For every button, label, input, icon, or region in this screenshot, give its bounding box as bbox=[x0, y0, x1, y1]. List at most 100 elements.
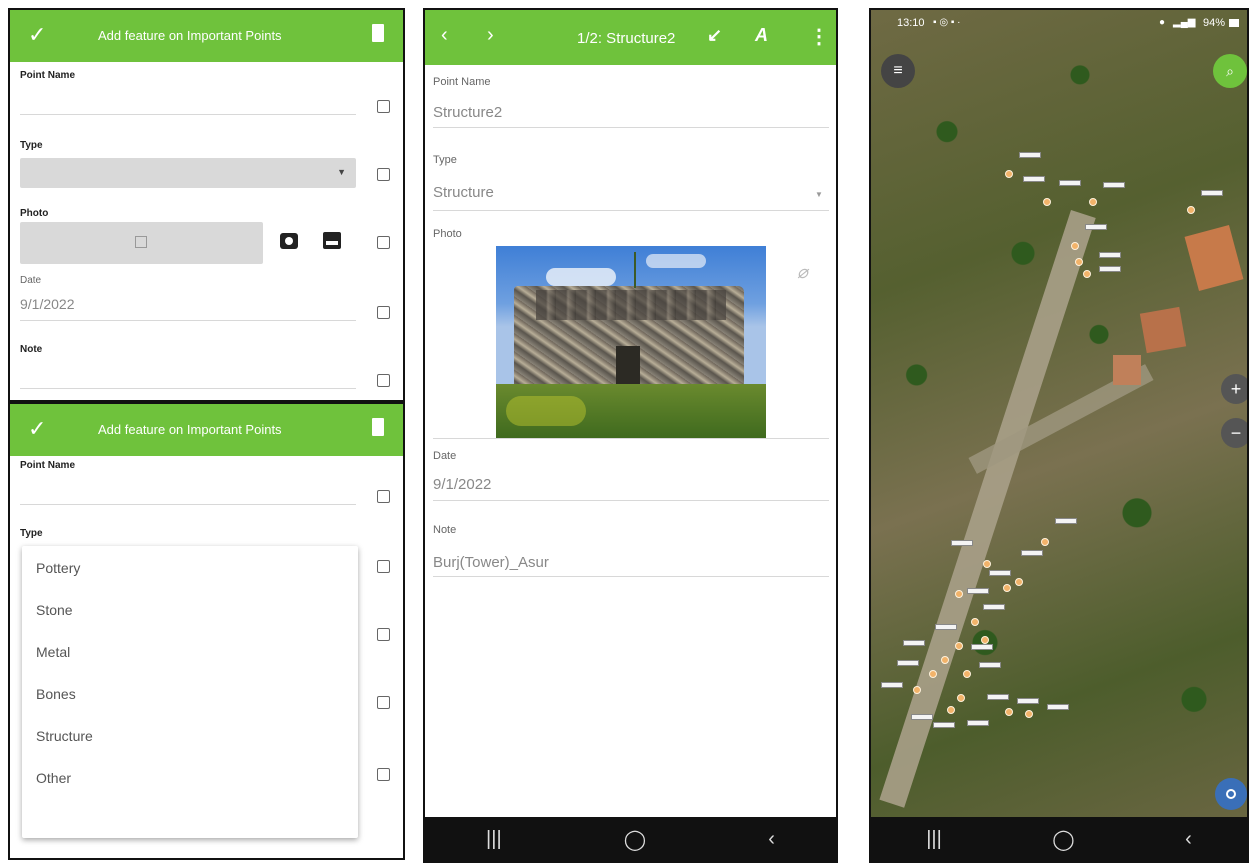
more-vertical-icon[interactable]: ⋮ bbox=[809, 24, 829, 49]
feature-marker[interactable] bbox=[1083, 270, 1091, 278]
feature-marker[interactable] bbox=[1005, 708, 1013, 716]
zoom-out-button[interactable]: − bbox=[1221, 418, 1247, 448]
feature-marker[interactable] bbox=[971, 618, 979, 626]
menu-button[interactable]: ≡ bbox=[881, 54, 915, 88]
feature-marker[interactable] bbox=[1041, 538, 1049, 546]
feature-marker[interactable] bbox=[1015, 578, 1023, 586]
hamburger-icon: ≡ bbox=[893, 62, 903, 79]
point-name-value[interactable]: Structure2 bbox=[433, 104, 502, 121]
note-underline bbox=[433, 576, 829, 577]
locate-button[interactable] bbox=[1215, 778, 1247, 810]
photo-label: Photo bbox=[20, 208, 49, 219]
feature-marker[interactable] bbox=[947, 706, 955, 714]
point-name-underline bbox=[433, 127, 829, 128]
check-icon[interactable]: ✓ bbox=[28, 416, 46, 442]
feature-marker[interactable] bbox=[963, 670, 971, 678]
gallery-icon[interactable] bbox=[323, 232, 341, 249]
search-icon: ⌕ bbox=[1226, 62, 1234, 79]
note-label: Note bbox=[20, 344, 43, 355]
feature-label bbox=[1019, 152, 1041, 158]
note-checkbox[interactable] bbox=[377, 374, 390, 387]
home-icon[interactable]: ◯ bbox=[624, 827, 646, 852]
point-name-checkbox[interactable] bbox=[377, 100, 390, 113]
photo-box[interactable] bbox=[20, 222, 263, 264]
type-value[interactable]: Structure bbox=[433, 184, 494, 201]
zoom-in-button[interactable]: + bbox=[1221, 374, 1247, 404]
camera-icon[interactable] bbox=[280, 233, 298, 249]
feature-label bbox=[903, 640, 925, 646]
back-icon[interactable]: ‹ bbox=[768, 828, 775, 851]
dropdown-option-metal[interactable]: Metal bbox=[36, 644, 70, 660]
note-value[interactable]: Burj(Tower)_Asur bbox=[433, 554, 549, 571]
type-label: Type bbox=[433, 154, 457, 166]
note-checkbox[interactable] bbox=[377, 768, 390, 781]
feature-label bbox=[1059, 180, 1081, 186]
date-checkbox[interactable] bbox=[377, 696, 390, 709]
dropdown-option-other[interactable]: Other bbox=[36, 770, 71, 786]
date-checkbox[interactable] bbox=[377, 306, 390, 319]
back-icon[interactable]: ‹ bbox=[1185, 828, 1192, 851]
android-nav-bar: ||| ◯ ‹ bbox=[871, 817, 1247, 861]
feature-marker[interactable] bbox=[1003, 584, 1011, 592]
date-underline bbox=[20, 320, 356, 321]
type-checkbox[interactable] bbox=[377, 560, 390, 573]
feature-marker[interactable] bbox=[983, 560, 991, 568]
remove-photo-icon[interactable]: ⌀ bbox=[797, 262, 808, 283]
plus-icon: + bbox=[1230, 379, 1242, 399]
photo-checkbox[interactable] bbox=[377, 236, 390, 249]
feature-marker[interactable] bbox=[1075, 258, 1083, 266]
type-dropdown-menu: Pottery Stone Metal Bones Structure Othe… bbox=[22, 546, 358, 838]
battery-level: 94% bbox=[1203, 17, 1226, 29]
date-value[interactable]: 9/1/2022 bbox=[20, 296, 75, 312]
home-icon[interactable]: ◯ bbox=[1052, 827, 1074, 852]
feature-label bbox=[1099, 266, 1121, 272]
trash-icon[interactable] bbox=[372, 418, 384, 436]
type-select[interactable]: ▼ bbox=[20, 158, 356, 188]
feature-label bbox=[1103, 182, 1125, 188]
form-b-title: Add feature on Important Points bbox=[98, 422, 282, 437]
check-icon[interactable]: ✓ bbox=[28, 22, 46, 48]
notification-icons: ▪ ◎ ▪ · bbox=[933, 17, 961, 28]
feature-marker[interactable] bbox=[929, 670, 937, 678]
feature-marker[interactable] bbox=[957, 694, 965, 702]
building-roof bbox=[1139, 306, 1187, 354]
minus-icon: − bbox=[1230, 423, 1242, 443]
dropdown-option-bones[interactable]: Bones bbox=[36, 686, 76, 702]
feature-marker[interactable] bbox=[1089, 198, 1097, 206]
feature-marker[interactable] bbox=[1043, 198, 1051, 206]
back-chevron-icon[interactable]: ‹ bbox=[441, 24, 448, 47]
chevron-down-icon: ▼ bbox=[815, 190, 823, 199]
feature-marker[interactable] bbox=[1071, 242, 1079, 250]
search-button[interactable]: ⌕ bbox=[1213, 54, 1247, 88]
photo-checkbox[interactable] bbox=[377, 628, 390, 641]
date-value[interactable]: 9/1/2022 bbox=[433, 476, 491, 493]
feature-marker[interactable] bbox=[981, 636, 989, 644]
feature-marker[interactable] bbox=[1187, 206, 1195, 214]
type-checkbox[interactable] bbox=[377, 168, 390, 181]
feature-marker[interactable] bbox=[941, 656, 949, 664]
point-name-checkbox[interactable] bbox=[377, 490, 390, 503]
map-panel: 13:10 ▪ ◎ ▪ · ● ▂▄▆ 94% ≡ ⌕ + − ||| ◯ ‹ bbox=[869, 8, 1249, 863]
note-input[interactable] bbox=[20, 388, 356, 389]
edit-geometry-icon[interactable]: ↙ bbox=[707, 25, 722, 46]
feature-marker[interactable] bbox=[1025, 710, 1033, 718]
feature-marker[interactable] bbox=[955, 642, 963, 650]
recent-apps-icon[interactable]: ||| bbox=[926, 828, 942, 851]
feature-label bbox=[1055, 518, 1077, 524]
point-name-input[interactable] bbox=[20, 114, 356, 115]
dropdown-option-structure[interactable]: Structure bbox=[36, 728, 93, 744]
point-name-input[interactable] bbox=[20, 504, 356, 505]
recent-apps-icon[interactable]: ||| bbox=[486, 828, 502, 851]
edit-attributes-icon[interactable]: A bbox=[755, 25, 768, 46]
structure-photo[interactable] bbox=[496, 246, 766, 438]
feature-marker[interactable] bbox=[913, 686, 921, 694]
feature-label bbox=[897, 660, 919, 666]
trash-icon[interactable] bbox=[372, 24, 384, 42]
feature-label bbox=[1201, 190, 1223, 196]
type-label: Type bbox=[20, 140, 43, 151]
feature-marker[interactable] bbox=[1005, 170, 1013, 178]
feature-marker[interactable] bbox=[955, 590, 963, 598]
forward-chevron-icon[interactable]: › bbox=[487, 24, 494, 47]
dropdown-option-pottery[interactable]: Pottery bbox=[36, 560, 80, 576]
dropdown-option-stone[interactable]: Stone bbox=[36, 602, 73, 618]
